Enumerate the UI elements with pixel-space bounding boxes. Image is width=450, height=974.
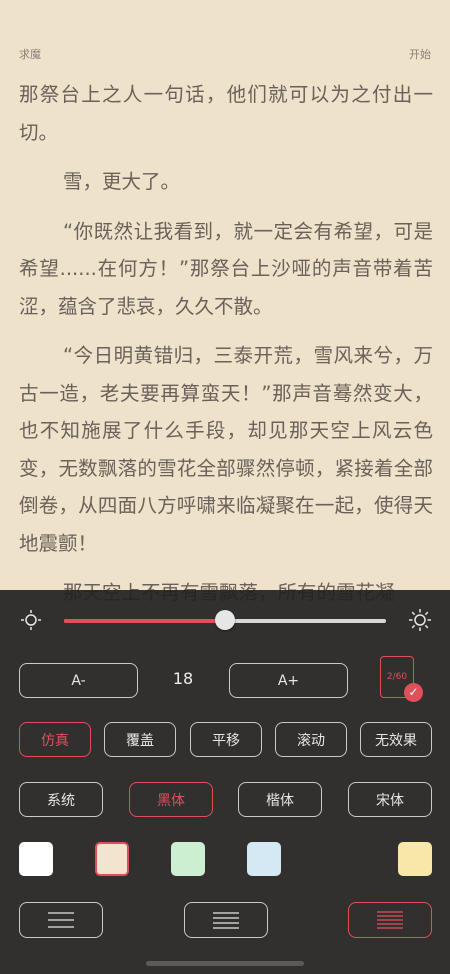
font-system-button[interactable]: 系统 [19, 782, 103, 817]
line-spacing-narrow-button[interactable] [348, 902, 432, 938]
brightness-slider[interactable] [64, 610, 386, 630]
page-mode-slide[interactable]: 平移 [190, 722, 262, 757]
paragraph: “你既然让我看到，就一定会有希望，可是希望......在何方！”那祭台上沙哑的声… [19, 219, 433, 318]
brightness-fill [64, 619, 225, 623]
background-swatch-blue[interactable] [247, 842, 281, 876]
font-size-increase-button[interactable]: A+ [229, 663, 348, 698]
line-spacing-wide-button[interactable] [19, 902, 103, 938]
page-indicator-label: 2/60 [386, 672, 408, 682]
sun-dim-icon [18, 607, 44, 633]
page-mode-cover[interactable]: 覆盖 [104, 722, 176, 757]
font-songti-button[interactable]: 宋体 [348, 782, 432, 817]
paragraph: 雪，更大了。 [63, 170, 181, 193]
page-mode-simulation[interactable]: 仿真 [19, 722, 91, 757]
background-swatch-green[interactable] [171, 842, 205, 876]
home-indicator [146, 961, 304, 966]
check-icon: ✓ [404, 683, 423, 702]
font-size-value: 18 [172, 669, 194, 688]
chapter-status: 开始 [409, 48, 431, 61]
background-swatch-yellow[interactable] [398, 842, 432, 876]
brightness-thumb[interactable] [215, 610, 235, 630]
paragraph: “今日明黄错归，三泰开荒，雪风来兮，万古一造，老夫要再算蛮天！”那声音蓦然变大，… [19, 344, 433, 555]
font-size-decrease-button[interactable]: A- [19, 663, 138, 698]
line-spacing-medium-button[interactable] [184, 902, 268, 938]
book-title: 求魔 [19, 48, 41, 61]
font-heiti-button[interactable]: 黑体 [129, 782, 213, 817]
font-kaiti-button[interactable]: 楷体 [238, 782, 322, 817]
background-swatch-beige[interactable] [95, 842, 129, 876]
background-swatch-white[interactable] [19, 842, 53, 876]
spacing-wide-icon [48, 912, 74, 928]
reading-content[interactable]: 那祭台上之人一句话，他们就可以为之付出一切。 雪，更大了。 “你既然让我看到，就… [19, 76, 433, 624]
spacing-narrow-icon [377, 911, 403, 929]
paragraph: 那祭台上之人一句话，他们就可以为之付出一切。 [19, 83, 433, 144]
page-mode-none[interactable]: 无效果 [360, 722, 432, 757]
page-mode-scroll[interactable]: 滚动 [275, 722, 347, 757]
sun-bright-icon [407, 607, 433, 633]
reader-header: 求魔 开始 [19, 46, 431, 64]
spacing-medium-icon [213, 912, 239, 929]
